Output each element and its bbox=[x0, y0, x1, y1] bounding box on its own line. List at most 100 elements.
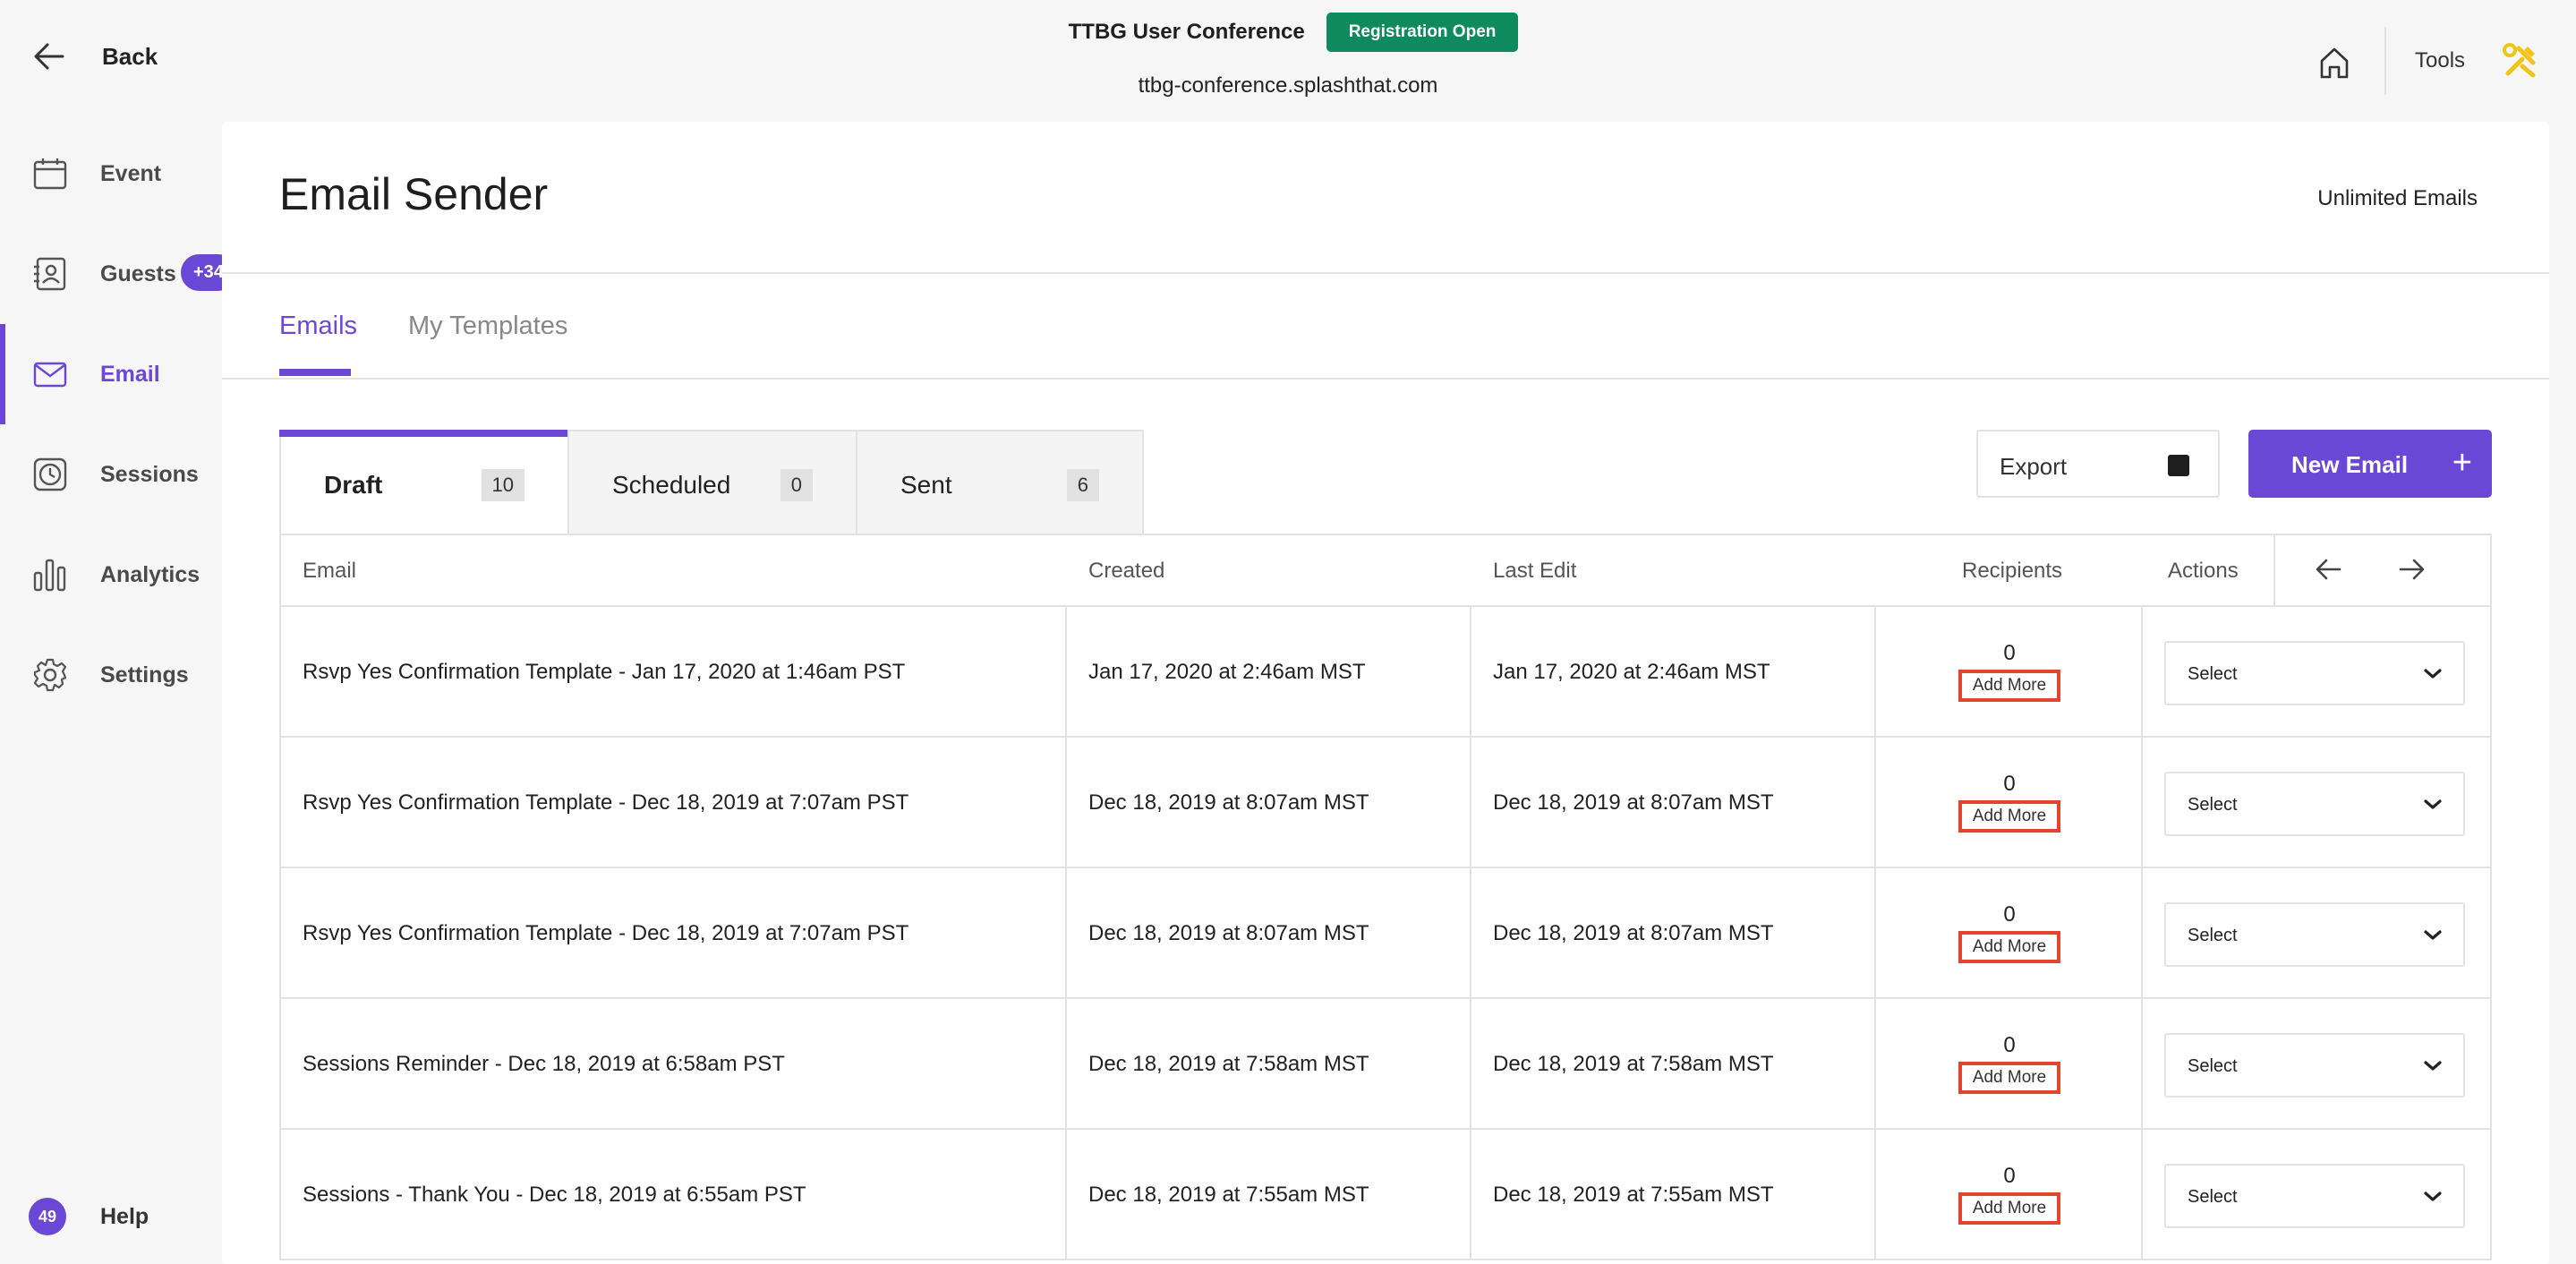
add-more-button[interactable]: Add More bbox=[1958, 931, 2061, 963]
recipients-count: 0 bbox=[2003, 641, 2016, 665]
main-panel: Email Sender Unlimited Emails Emails My … bbox=[222, 122, 2549, 1264]
actions-select[interactable]: Select bbox=[2164, 902, 2465, 967]
recipients-count: 0 bbox=[2003, 1164, 2016, 1188]
subtab-label: Scheduled bbox=[612, 471, 731, 499]
chevron-down-icon bbox=[2424, 1061, 2442, 1071]
column-divider bbox=[1470, 1130, 1471, 1260]
sidebar-item-settings[interactable]: Settings bbox=[0, 625, 222, 725]
add-more-button[interactable]: Add More bbox=[1958, 800, 2061, 833]
column-divider bbox=[2141, 607, 2143, 738]
created-date: Dec 18, 2019 at 7:55am MST bbox=[1088, 1183, 1369, 1207]
created-date: Dec 18, 2019 at 8:07am MST bbox=[1088, 921, 1369, 945]
column-divider bbox=[1470, 868, 1471, 999]
email-name[interactable]: Rsvp Yes Confirmation Template - Dec 18,… bbox=[303, 738, 908, 868]
registration-status-badge[interactable]: Registration Open bbox=[1326, 13, 1519, 52]
chevron-down-icon bbox=[2424, 1191, 2442, 1201]
email-name[interactable]: Rsvp Yes Confirmation Template - Jan 17,… bbox=[303, 607, 905, 738]
column-divider bbox=[2141, 999, 2143, 1130]
table-row: Rsvp Yes Confirmation Template - Jan 17,… bbox=[281, 607, 2490, 738]
column-header-email[interactable]: Email bbox=[303, 559, 356, 584]
plus-icon: + bbox=[2452, 444, 2472, 482]
column-divider bbox=[1065, 1130, 1067, 1260]
tab-emails[interactable]: Emails bbox=[279, 312, 357, 341]
subtab-count: 6 bbox=[1066, 469, 1099, 501]
event-header: TTBG User Conference Registration Open bbox=[0, 13, 2576, 52]
last-edit-date: Jan 17, 2020 at 2:46am MST bbox=[1493, 660, 1770, 684]
select-value: Select bbox=[2188, 926, 2238, 945]
actions-select[interactable]: Select bbox=[2164, 1164, 2465, 1228]
subtab-scheduled[interactable]: Scheduled 0 bbox=[567, 430, 856, 535]
recipients-count: 0 bbox=[2003, 902, 2016, 927]
bar-chart-icon bbox=[33, 559, 66, 592]
actions-select[interactable]: Select bbox=[2164, 1033, 2465, 1097]
column-divider bbox=[1874, 999, 1876, 1130]
sidebar-item-email[interactable]: Email bbox=[0, 324, 222, 424]
new-email-button[interactable]: New Email + bbox=[2248, 430, 2492, 498]
recipients-cell: 0 Add More bbox=[1880, 902, 2139, 963]
column-header-created[interactable]: Created bbox=[1088, 559, 1164, 584]
actions-select[interactable]: Select bbox=[2164, 772, 2465, 836]
select-value: Select bbox=[2188, 795, 2238, 815]
table-row: Sessions Reminder - Dec 18, 2019 at 6:58… bbox=[281, 999, 2490, 1130]
stop-square-icon bbox=[2168, 455, 2189, 476]
subtab-sent[interactable]: Sent 6 bbox=[856, 430, 1144, 535]
column-header-actions: Actions bbox=[2168, 559, 2239, 583]
arrow-right-icon[interactable] bbox=[2395, 553, 2427, 585]
column-divider bbox=[1470, 607, 1471, 738]
actions-select[interactable]: Select bbox=[2164, 641, 2465, 705]
help-button[interactable]: 49 Help bbox=[29, 1198, 149, 1235]
tools-icon[interactable] bbox=[2501, 41, 2540, 81]
table-header: Email Created Last Edit Recipients Actio… bbox=[281, 535, 2490, 607]
chevron-down-icon bbox=[2424, 930, 2442, 940]
subtab-label: Draft bbox=[324, 471, 383, 499]
chevron-down-icon bbox=[2424, 799, 2442, 809]
sidebar-item-label: Settings bbox=[100, 662, 189, 688]
add-more-button[interactable]: Add More bbox=[1958, 670, 2061, 702]
sidebar-item-label: Email bbox=[100, 361, 160, 387]
subtab-count: 0 bbox=[780, 469, 813, 501]
recipients-count: 0 bbox=[2003, 772, 2016, 796]
divider bbox=[222, 272, 2549, 274]
sidebar-item-analytics[interactable]: Analytics bbox=[0, 525, 222, 625]
column-header-recipients[interactable]: Recipients bbox=[1962, 559, 2062, 584]
tools-link[interactable]: Tools bbox=[2415, 48, 2465, 73]
sidebar-item-event[interactable]: Event bbox=[0, 124, 222, 224]
event-title: TTBG User Conference bbox=[1068, 20, 1305, 44]
arrow-left-icon[interactable] bbox=[2313, 553, 2345, 585]
divider bbox=[222, 378, 2549, 380]
last-edit-date: Dec 18, 2019 at 7:55am MST bbox=[1493, 1183, 1774, 1207]
column-divider bbox=[2141, 1130, 2143, 1260]
column-divider bbox=[2141, 738, 2143, 868]
home-icon[interactable] bbox=[2315, 43, 2354, 82]
created-date: Jan 17, 2020 at 2:46am MST bbox=[1088, 660, 1366, 684]
tab-my-templates[interactable]: My Templates bbox=[408, 312, 567, 341]
recipients-cell: 0 Add More bbox=[1880, 1033, 2139, 1094]
clock-icon bbox=[33, 457, 67, 491]
email-name[interactable]: Rsvp Yes Confirmation Template - Dec 18,… bbox=[303, 868, 908, 999]
column-header-last-edit[interactable]: Last Edit bbox=[1493, 559, 1576, 584]
help-count-badge: 49 bbox=[29, 1198, 66, 1235]
page-title: Email Sender bbox=[279, 169, 549, 219]
gear-icon bbox=[33, 658, 67, 692]
export-button[interactable]: Export bbox=[1976, 430, 2220, 498]
table-row: Sessions - Thank You - Dec 18, 2019 at 6… bbox=[281, 1130, 2490, 1260]
active-tab-indicator bbox=[279, 369, 351, 376]
contact-card-icon bbox=[34, 257, 66, 291]
add-more-button[interactable]: Add More bbox=[1958, 1062, 2061, 1094]
created-date: Dec 18, 2019 at 7:58am MST bbox=[1088, 1052, 1369, 1076]
last-edit-date: Dec 18, 2019 at 8:07am MST bbox=[1493, 790, 1774, 815]
email-quota-label: Unlimited Emails bbox=[2317, 186, 2478, 210]
column-divider bbox=[2141, 868, 2143, 999]
event-url[interactable]: ttbg-conference.splashthat.com bbox=[0, 73, 2576, 98]
email-name[interactable]: Sessions - Thank You - Dec 18, 2019 at 6… bbox=[303, 1130, 806, 1260]
table-row: Rsvp Yes Confirmation Template - Dec 18,… bbox=[281, 738, 2490, 868]
top-divider bbox=[2384, 27, 2386, 95]
column-divider bbox=[1874, 868, 1876, 999]
add-more-button[interactable]: Add More bbox=[1958, 1192, 2061, 1225]
column-divider bbox=[1065, 738, 1067, 868]
email-name[interactable]: Sessions Reminder - Dec 18, 2019 at 6:58… bbox=[303, 999, 785, 1130]
column-divider bbox=[1065, 868, 1067, 999]
subtab-draft[interactable]: Draft 10 bbox=[279, 430, 567, 535]
sidebar-item-sessions[interactable]: Sessions bbox=[0, 424, 222, 525]
new-email-label: New Email bbox=[2291, 451, 2409, 478]
